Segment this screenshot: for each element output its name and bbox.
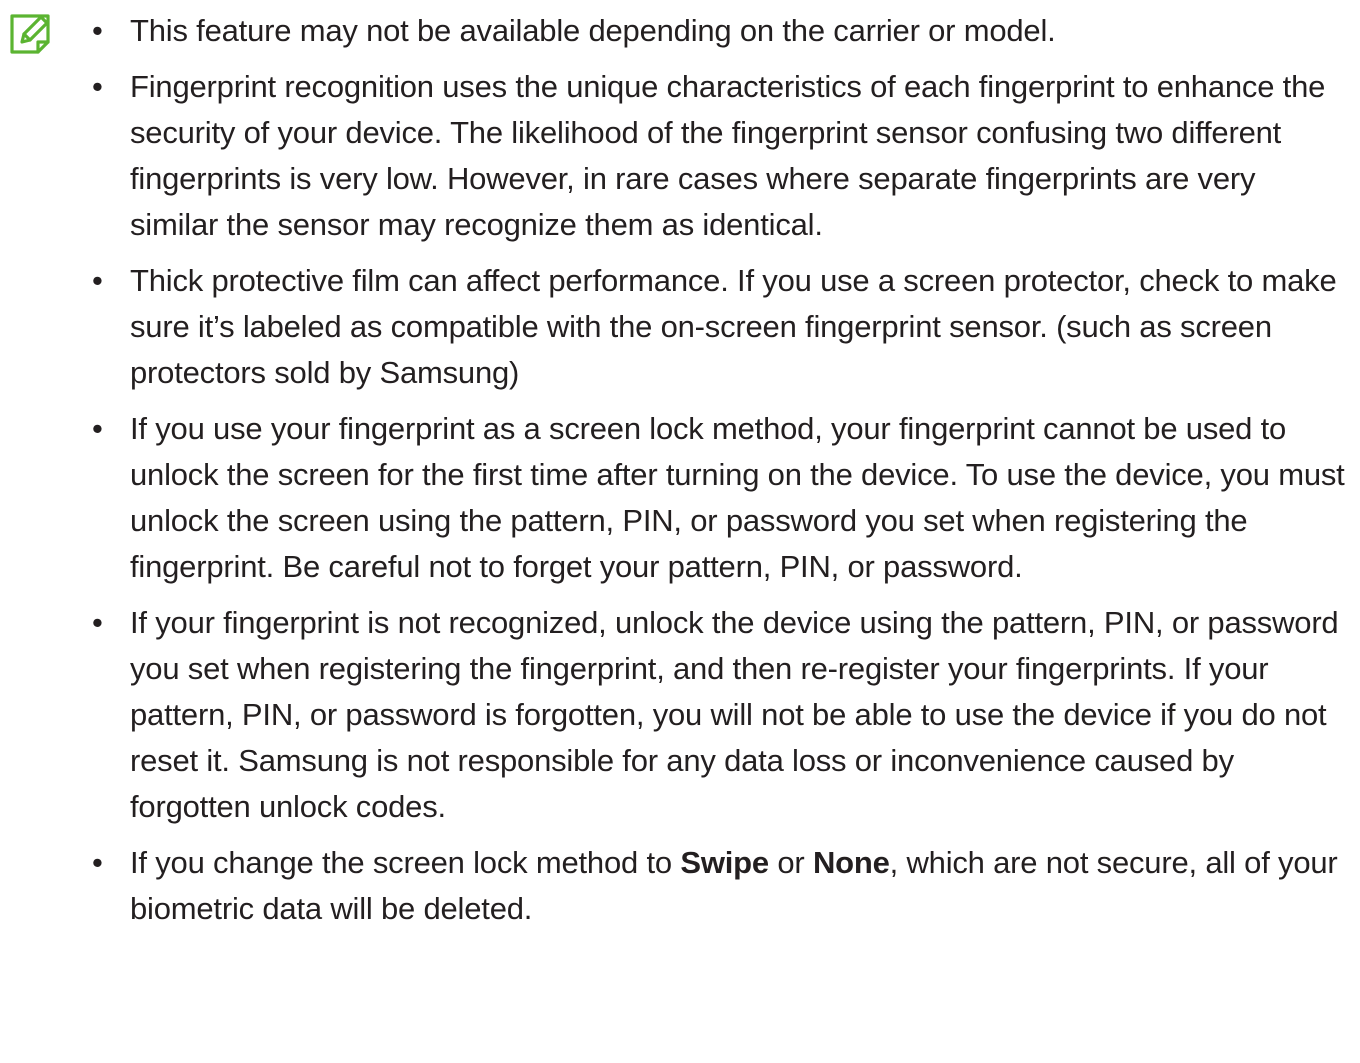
note-pencil-icon — [8, 12, 56, 56]
note-text: Fingerprint recognition uses the unique … — [130, 69, 1326, 242]
bullet: • — [92, 411, 103, 446]
list-item: • If you change the screen lock method t… — [88, 840, 1350, 932]
bullet: • — [92, 845, 103, 880]
note-text: Thick protective film can affect perform… — [130, 263, 1337, 390]
note-text: If your fingerprint is not recognized, u… — [130, 605, 1339, 824]
list-item: • Fingerprint recognition uses the uniqu… — [88, 64, 1350, 248]
note-text: If you change the screen lock method to … — [130, 845, 1338, 926]
note-text-part: If you change the screen lock method to — [130, 845, 681, 880]
none-option-label: None — [812, 845, 890, 880]
bullet: • — [92, 69, 103, 104]
note-text: This feature may not be available depend… — [130, 13, 1056, 48]
note-text-part: or — [768, 845, 813, 880]
bullet: • — [92, 605, 103, 640]
list-item: • This feature may not be available depe… — [88, 8, 1350, 54]
note-text: If you use your fingerprint as a screen … — [130, 411, 1345, 584]
list-item: • Thick protective film can affect perfo… — [88, 258, 1350, 396]
bullet: • — [92, 13, 103, 48]
list-item: • If you use your fingerprint as a scree… — [88, 406, 1350, 590]
bullet: • — [92, 263, 103, 298]
swipe-option-label: Swipe — [680, 845, 769, 880]
notes-list: • This feature may not be available depe… — [88, 8, 1350, 942]
list-item: • If your fingerprint is not recognized,… — [88, 600, 1350, 830]
